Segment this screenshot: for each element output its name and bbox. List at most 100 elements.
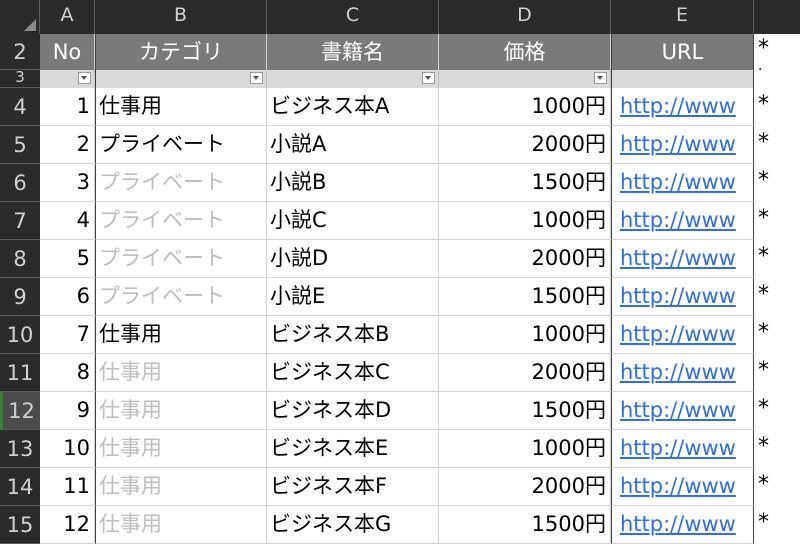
cell-no[interactable]: 8	[40, 354, 95, 392]
header-price[interactable]: 価格	[439, 34, 611, 70]
cell-url-link[interactable]: http://www	[611, 202, 754, 240]
row-star: *	[758, 472, 769, 497]
cell-url-link[interactable]: http://www	[611, 354, 754, 392]
cell-no[interactable]: 2	[40, 126, 95, 164]
cell-no[interactable]: 7	[40, 316, 95, 354]
cell-url-link[interactable]: http://www	[611, 392, 754, 430]
row-header-4[interactable]: 4	[0, 88, 40, 126]
column-header-c[interactable]: C	[267, 0, 439, 34]
cell-url-link[interactable]: http://www	[611, 126, 754, 164]
row-header-15[interactable]: 15	[0, 506, 40, 544]
filter-cell-title	[267, 70, 439, 88]
row-header-9[interactable]: 9	[0, 278, 40, 316]
cell-no[interactable]: 12	[40, 506, 95, 544]
cell-price[interactable]: 2000円	[439, 126, 611, 164]
cell-price[interactable]: 1000円	[439, 430, 611, 468]
filter-dropdown-icon[interactable]	[422, 72, 435, 84]
cell-title[interactable]: 小説E	[267, 278, 439, 316]
cell-title[interactable]: 小説B	[267, 164, 439, 202]
row-star: *	[758, 320, 769, 345]
cell-category[interactable]: 仕事用	[95, 506, 267, 544]
cell-category[interactable]: プライベート	[95, 240, 267, 278]
cell-url-link[interactable]: http://www	[611, 240, 754, 278]
header-category[interactable]: カテゴリ	[95, 34, 267, 70]
cell-price[interactable]: 1500円	[439, 278, 611, 316]
row-header-11[interactable]: 11	[0, 354, 40, 392]
row-star: *	[758, 244, 769, 269]
cell-url-link[interactable]: http://www	[611, 278, 754, 316]
cell-price[interactable]: 2000円	[439, 468, 611, 506]
filter-dropdown-icon[interactable]	[78, 72, 91, 84]
cell-title[interactable]: 小説D	[267, 240, 439, 278]
cell-no[interactable]: 1	[40, 88, 95, 126]
cell-url-link[interactable]: http://www	[611, 88, 754, 126]
cell-url-link[interactable]: http://www	[611, 430, 754, 468]
row-star: *	[758, 282, 769, 307]
column-header-e[interactable]: E	[611, 0, 754, 34]
cell-no[interactable]: 4	[40, 202, 95, 240]
cell-category[interactable]: プライベート	[95, 278, 267, 316]
cell-url-link[interactable]: http://www	[611, 506, 754, 544]
cell-category[interactable]: 仕事用	[95, 392, 267, 430]
header-no[interactable]: No	[40, 34, 95, 70]
row-header-7[interactable]: 7	[0, 202, 40, 240]
cell-title[interactable]: ビジネス本A	[267, 88, 439, 126]
cell-url-link[interactable]: http://www	[611, 164, 754, 202]
cell-price[interactable]: 1500円	[439, 164, 611, 202]
row-star: *	[758, 434, 769, 459]
cell-category[interactable]: 仕事用	[95, 316, 267, 354]
cell-title[interactable]: ビジネス本G	[267, 506, 439, 544]
row-star: *	[758, 168, 769, 193]
row-star: *	[758, 358, 769, 383]
row-header-10[interactable]: 10	[0, 316, 40, 354]
row-star: *	[758, 92, 769, 117]
cell-url-link[interactable]: http://www	[611, 468, 754, 506]
row-header-13[interactable]: 13	[0, 430, 40, 468]
cell-title[interactable]: ビジネス本D	[267, 392, 439, 430]
cell-category[interactable]: 仕事用	[95, 468, 267, 506]
row-header-12[interactable]: 12	[0, 392, 40, 430]
cell-title[interactable]: ビジネス本B	[267, 316, 439, 354]
cell-title[interactable]: 小説C	[267, 202, 439, 240]
cell-category[interactable]: プライベート	[95, 164, 267, 202]
column-header-a[interactable]: A	[40, 0, 95, 34]
row-header-2[interactable]: 2	[0, 34, 40, 70]
filter-cell-category	[95, 70, 267, 88]
cell-price[interactable]: 2000円	[439, 240, 611, 278]
cell-category[interactable]: 仕事用	[95, 88, 267, 126]
filter-dropdown-icon[interactable]	[594, 72, 607, 84]
row-3-mark: ·	[758, 62, 763, 78]
column-header-d[interactable]: D	[439, 0, 611, 34]
cell-no[interactable]: 5	[40, 240, 95, 278]
cell-category[interactable]: 仕事用	[95, 430, 267, 468]
header-title[interactable]: 書籍名	[267, 34, 439, 70]
cell-url-link[interactable]: http://www	[611, 316, 754, 354]
cell-category[interactable]: プライベート	[95, 126, 267, 164]
cell-price[interactable]: 1500円	[439, 506, 611, 544]
cell-no[interactable]: 11	[40, 468, 95, 506]
cell-price[interactable]: 1500円	[439, 392, 611, 430]
cell-title[interactable]: ビジネス本C	[267, 354, 439, 392]
row-header-14[interactable]: 14	[0, 468, 40, 506]
column-header-b[interactable]: B	[95, 0, 267, 34]
cell-category[interactable]: 仕事用	[95, 354, 267, 392]
row-header-5[interactable]: 5	[0, 126, 40, 164]
cell-category[interactable]: プライベート	[95, 202, 267, 240]
row-header-8[interactable]: 8	[0, 240, 40, 278]
cell-title[interactable]: ビジネス本E	[267, 430, 439, 468]
cell-price[interactable]: 2000円	[439, 354, 611, 392]
cell-no[interactable]: 9	[40, 392, 95, 430]
cell-no[interactable]: 10	[40, 430, 95, 468]
cell-title[interactable]: 小説A	[267, 126, 439, 164]
cell-price[interactable]: 1000円	[439, 88, 611, 126]
cell-title[interactable]: ビジネス本F	[267, 468, 439, 506]
cell-no[interactable]: 3	[40, 164, 95, 202]
row-header-6[interactable]: 6	[0, 164, 40, 202]
header-url[interactable]: URL	[611, 34, 754, 70]
cell-no[interactable]: 6	[40, 278, 95, 316]
select-all-corner[interactable]	[0, 0, 40, 34]
row-header-3[interactable]: 3	[0, 70, 40, 88]
cell-price[interactable]: 1000円	[439, 316, 611, 354]
filter-dropdown-icon[interactable]	[250, 72, 263, 84]
cell-price[interactable]: 1000円	[439, 202, 611, 240]
